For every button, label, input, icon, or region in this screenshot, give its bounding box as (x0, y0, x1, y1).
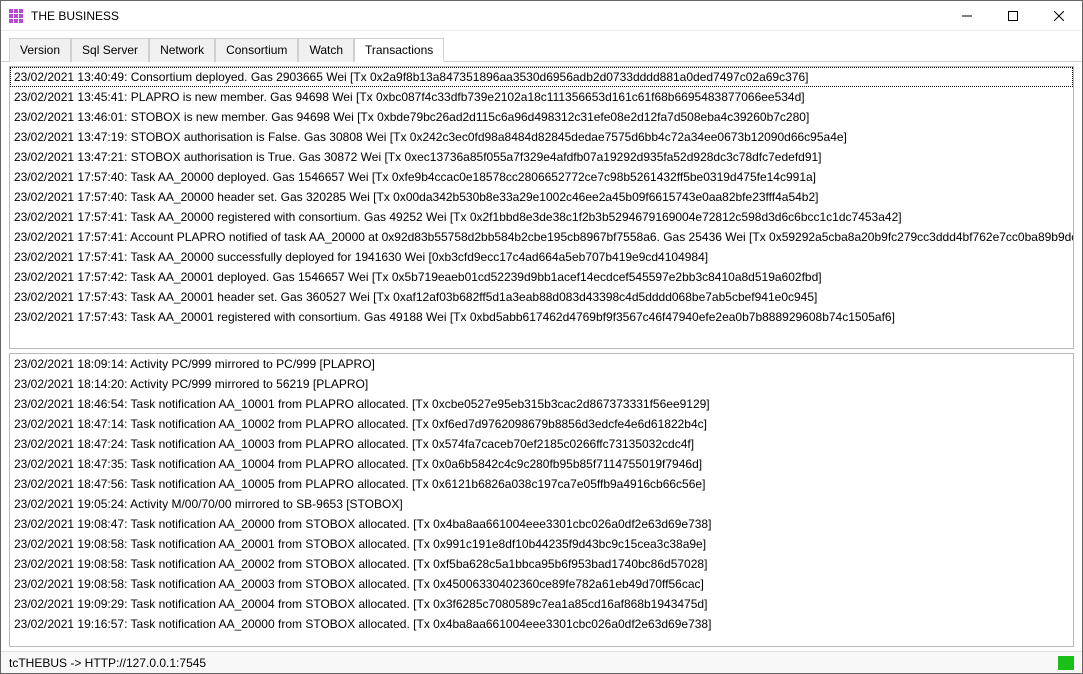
log-line[interactable]: 23/02/2021 18:47:24: Task notification A… (10, 434, 1073, 454)
log-line[interactable]: 23/02/2021 13:47:19: STOBOX authorisatio… (10, 127, 1073, 147)
log-line[interactable]: 23/02/2021 13:46:01: STOBOX is new membe… (10, 107, 1073, 127)
close-button[interactable] (1036, 1, 1082, 30)
log-line[interactable]: 23/02/2021 17:57:41: Task AA_20000 succe… (10, 247, 1073, 267)
maximize-icon (1008, 11, 1018, 21)
log-line[interactable]: 23/02/2021 18:09:14: Activity PC/999 mir… (10, 354, 1073, 374)
log-line[interactable]: 23/02/2021 19:08:47: Task notification A… (10, 514, 1073, 534)
log-line[interactable]: 23/02/2021 17:57:43: Task AA_20001 regis… (10, 307, 1073, 327)
app-icon (9, 9, 23, 23)
tab-sql-server[interactable]: Sql Server (71, 38, 149, 62)
tab-consortium[interactable]: Consortium (215, 38, 298, 62)
tab-content: 23/02/2021 13:40:49: Consortium deployed… (1, 62, 1082, 651)
log-line[interactable]: 23/02/2021 17:57:41: Task AA_20000 regis… (10, 207, 1073, 227)
log-line[interactable]: 23/02/2021 13:47:21: STOBOX authorisatio… (10, 147, 1073, 167)
log-line[interactable]: 23/02/2021 17:57:40: Task AA_20000 deplo… (10, 167, 1073, 187)
log-line[interactable]: 23/02/2021 19:16:57: Task notification A… (10, 614, 1073, 634)
log-line[interactable]: 23/02/2021 17:57:42: Task AA_20001 deplo… (10, 267, 1073, 287)
window-title: THE BUSINESS (31, 9, 119, 23)
log-line[interactable]: 23/02/2021 19:08:58: Task notification A… (10, 574, 1073, 594)
log-line[interactable]: 23/02/2021 13:45:41: PLAPRO is new membe… (10, 87, 1073, 107)
tab-transactions[interactable]: Transactions (354, 38, 444, 62)
log-line[interactable]: 23/02/2021 18:46:54: Task notification A… (10, 394, 1073, 414)
log-line[interactable]: 23/02/2021 19:09:29: Task notification A… (10, 594, 1073, 614)
log-line[interactable]: 23/02/2021 19:08:58: Task notification A… (10, 554, 1073, 574)
log-line[interactable]: 23/02/2021 17:57:43: Task AA_20001 heade… (10, 287, 1073, 307)
tab-watch[interactable]: Watch (298, 38, 354, 62)
transactions-log-top[interactable]: 23/02/2021 13:40:49: Consortium deployed… (9, 66, 1074, 349)
maximize-button[interactable] (990, 1, 1036, 30)
minimize-button[interactable] (944, 1, 990, 30)
log-line[interactable]: 23/02/2021 18:47:14: Task notification A… (10, 414, 1073, 434)
close-icon (1054, 11, 1064, 21)
app-window: THE BUSINESS VersionSql ServerNetworkCon… (0, 0, 1083, 674)
transactions-log-bottom[interactable]: 23/02/2021 18:09:14: Activity PC/999 mir… (9, 353, 1074, 647)
log-line[interactable]: 23/02/2021 18:47:56: Task notification A… (10, 474, 1073, 494)
minimize-icon (962, 11, 972, 21)
tabstrip: VersionSql ServerNetworkConsortiumWatchT… (1, 31, 1082, 62)
status-text: tcTHEBUS -> HTTP://127.0.0.1:7545 (9, 656, 206, 670)
log-line[interactable]: 23/02/2021 18:14:20: Activity PC/999 mir… (10, 374, 1073, 394)
titlebar: THE BUSINESS (1, 1, 1082, 31)
tab-network[interactable]: Network (149, 38, 215, 62)
log-line[interactable]: 23/02/2021 19:08:58: Task notification A… (10, 534, 1073, 554)
log-line[interactable]: 23/02/2021 13:40:49: Consortium deployed… (10, 67, 1073, 87)
status-right (1058, 656, 1074, 670)
statusbar: tcTHEBUS -> HTTP://127.0.0.1:7545 (1, 651, 1082, 673)
log-line[interactable]: 23/02/2021 17:57:41: Account PLAPRO noti… (10, 227, 1073, 247)
log-line[interactable]: 23/02/2021 18:47:35: Task notification A… (10, 454, 1073, 474)
status-indicator (1058, 656, 1074, 670)
log-line[interactable]: 23/02/2021 17:57:40: Task AA_20000 heade… (10, 187, 1073, 207)
log-line[interactable]: 23/02/2021 19:05:24: Activity M/00/70/00… (10, 494, 1073, 514)
window-controls (944, 1, 1082, 30)
tab-version[interactable]: Version (9, 38, 71, 62)
